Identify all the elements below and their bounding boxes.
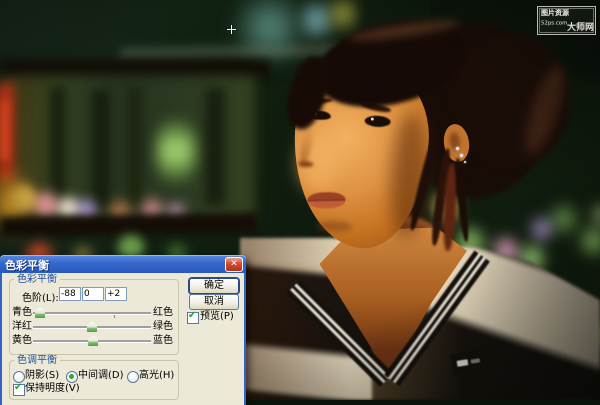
level-input-yellow-blue[interactable] xyxy=(105,287,127,301)
watermark: 图片资源 52ps.com 大师网 xyxy=(537,6,596,35)
level-input-magenta-green[interactable] xyxy=(82,287,104,301)
earring xyxy=(460,154,463,157)
magenta-green-slider-row: 洋红 绿色 xyxy=(10,320,178,333)
dialog-titlebar[interactable]: 色彩平衡 ✕ xyxy=(0,255,246,273)
cyan-red-slider-thumb[interactable] xyxy=(35,307,46,318)
color-levels-label: 色阶(L): xyxy=(22,293,59,304)
preserve-luminosity-label: 保持明度(V) xyxy=(25,383,80,394)
radio-shadows-label: 阴影(S) xyxy=(25,370,60,381)
bottle-silhouette xyxy=(92,90,110,208)
bottle-silhouette xyxy=(128,86,142,208)
slider-right-label: 蓝色 xyxy=(153,335,173,346)
slider-left-label: 青色 xyxy=(12,307,32,318)
radio-highlights-label: 高光(H) xyxy=(139,370,175,381)
bottle-silhouette xyxy=(50,86,66,206)
check-icon: ✔ xyxy=(188,310,197,321)
earring xyxy=(464,161,466,163)
cancel-button[interactable]: 取消 xyxy=(189,294,239,310)
group-legend: 色彩平衡 xyxy=(14,274,60,285)
radio-dot xyxy=(69,374,74,379)
bokeh-light xyxy=(155,110,197,192)
lips xyxy=(307,191,346,209)
color-balance-group: 色彩平衡 色阶(L): 青色 红色 洋红 绿色 黄色 蓝色 xyxy=(9,274,179,355)
tone-balance-group: 色调平衡 阴影(S) 中间调(D) 高光(H) ✔ 保持明度(V) xyxy=(9,355,179,400)
level-input-cyan-red[interactable] xyxy=(59,287,81,301)
logo-flag-icon xyxy=(456,359,469,367)
yellow-blue-slider-thumb[interactable] xyxy=(88,335,99,346)
eye xyxy=(364,115,391,128)
ear-shadow xyxy=(448,131,461,151)
group-legend: 色调平衡 xyxy=(14,355,60,366)
dialog-title: 色彩平衡 xyxy=(5,259,49,272)
watermark-text: 52ps.com xyxy=(541,20,568,27)
slider-center-tick xyxy=(114,315,115,318)
radio-midtones-label: 中间调(D) xyxy=(78,370,124,381)
bokeh-lights-row xyxy=(12,185,36,211)
crosshair-cursor xyxy=(227,25,236,34)
bottle-silhouette xyxy=(205,88,225,206)
slider-left-label: 黄色 xyxy=(12,335,32,346)
ok-button[interactable]: 确定 xyxy=(189,278,239,294)
slider-right-label: 红色 xyxy=(153,307,173,318)
slider-right-label: 绿色 xyxy=(153,321,173,332)
red-light-strip xyxy=(0,100,9,160)
preview-checkbox[interactable]: ✔ xyxy=(187,310,199,324)
cyan-red-slider-row: 青色 红色 xyxy=(10,306,178,319)
earring xyxy=(456,147,459,150)
radio-midtones[interactable] xyxy=(66,371,78,383)
watermark-text: 图片资源 xyxy=(541,9,569,17)
color-balance-dialog: 色彩平衡 ✕ 色彩平衡 色阶(L): 青色 红色 洋红 绿色 黄色 xyxy=(0,255,246,405)
screenshot-root: { "window": { "title": "色彩平衡" }, "color_… xyxy=(0,0,600,405)
watermark-badge: 大师网 xyxy=(566,23,594,33)
preview-label: 预览(P) xyxy=(200,311,234,322)
slider-left-label: 洋红 xyxy=(12,321,32,332)
dialog-body: 色彩平衡 色阶(L): 青色 红色 洋红 绿色 黄色 蓝色 xyxy=(0,273,246,405)
close-icon[interactable]: ✕ xyxy=(225,257,243,272)
cyan-red-slider-track[interactable] xyxy=(33,312,151,318)
yellow-blue-slider-row: 黄色 蓝色 xyxy=(10,334,178,347)
radio-highlights[interactable] xyxy=(127,371,139,383)
check-icon: ✔ xyxy=(14,382,23,393)
magenta-green-slider-thumb[interactable] xyxy=(87,321,97,332)
preserve-luminosity-checkbox[interactable]: ✔ xyxy=(13,382,25,396)
